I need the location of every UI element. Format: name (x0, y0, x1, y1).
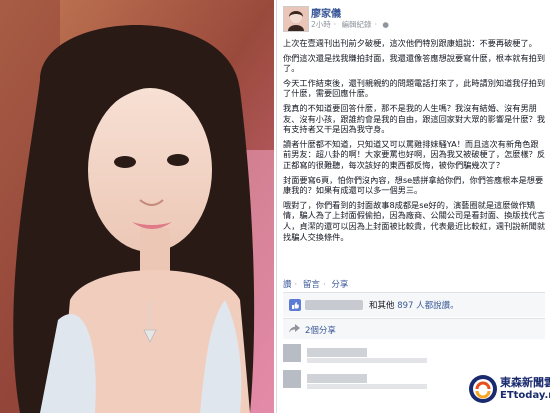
ettoday-logo-icon (469, 375, 497, 403)
post-paragraph: 讀者什麼都不知道，只知道又可以罵雞排妹騷YA！而且這次有新角色跟前男友：超八卦的… (283, 138, 546, 170)
watermark-chinese: 東森新聞雲 (500, 376, 550, 389)
post-paragraph: 封面要寫6頁，怕你們沒內容，想se感拼拿給你們，你們答應根本是想要康我的？如果有… (283, 174, 544, 196)
edit-history-link[interactable]: 編輯紀錄 (342, 20, 372, 29)
post-body: 上次在壹週刊出刊前夕破梗，這次他們特別跟康姐說：不要再破梗了。 你們這次還是找我… (283, 38, 545, 246)
blurred-comment-text (307, 358, 427, 363)
avatar-image (284, 7, 308, 31)
shares-summary: 2個分享 (283, 318, 545, 339)
like-link[interactable]: 讚 (283, 280, 292, 290)
post-time[interactable]: 2小時 (311, 20, 331, 29)
post-paragraph: 今天工作結束後，還刊親親約的問題電話打來了，此時請別知道我仔拍到了什麼，需要回應… (283, 77, 546, 99)
commenter-avatar (283, 370, 301, 388)
post-paragraph: 你們這次還是找我賺拍封面，我還還像答應想說要寫什麼，根本就有拍到了。 (283, 52, 546, 74)
likes-text: 和其他 897 人都說讚。 (369, 299, 459, 311)
likes-text-end[interactable]: 人都說讚。 (416, 301, 459, 311)
blurred-comment-author (307, 374, 367, 383)
post-paragraph: 上次在壹週刊出刊前夕破梗，這次他們特別跟康姐說：不要再破梗了。 (283, 38, 537, 48)
profile-photo (0, 0, 274, 413)
author-name[interactable]: 廖家儀 (311, 5, 341, 20)
watermark-site: ETtoday.net (500, 390, 550, 401)
action-separator: · (322, 280, 326, 290)
thumbs-up-icon (289, 299, 301, 311)
comment-link[interactable]: 留言 (303, 280, 320, 290)
blurred-comment (283, 344, 545, 366)
facebook-post: 廖家儀 2小時 · 編輯紀錄 · ● 上次在壹週刊出刊前夕破梗，這次他們特別跟康姐說… (276, 0, 550, 413)
likes-text-mid: 和其他 (369, 301, 395, 311)
likes-count[interactable]: 897 (397, 301, 413, 311)
post-meta: 2小時 · 編輯紀錄 · ● (311, 19, 392, 30)
post-actions: 讚 · 留言 · 分享 (283, 278, 348, 290)
shares-count[interactable]: 2個分享 (305, 324, 336, 336)
meta-dot: · (333, 20, 337, 29)
meta-dot: · (374, 20, 377, 29)
post-paragraph: 我真的不知道要回答什麼，那不是我的人生嗎？我沒有結婚、沒有男朋友、沒有小孩，跟誰… (283, 102, 546, 135)
ettoday-watermark: 東森新聞雲 ETtoday.net (468, 368, 550, 410)
likes-summary: 和其他 897 人都說讚。 (283, 292, 545, 317)
blurred-comment-author (307, 348, 367, 357)
commenter-avatar (283, 344, 301, 362)
share-icon (289, 324, 300, 333)
blurred-comment-text (307, 384, 427, 389)
share-link[interactable]: 分享 (331, 280, 348, 290)
author-avatar[interactable] (283, 6, 309, 32)
portrait-image (0, 0, 274, 413)
post-paragraph: 哦對了，你們看到的封面故事8成都是se好的，演藝圈就是這麼做作矯情，騙人為了上封… (283, 199, 546, 242)
action-separator: · (294, 280, 298, 290)
globe-icon[interactable]: ● (382, 20, 389, 29)
blurred-friend-names (305, 300, 363, 310)
